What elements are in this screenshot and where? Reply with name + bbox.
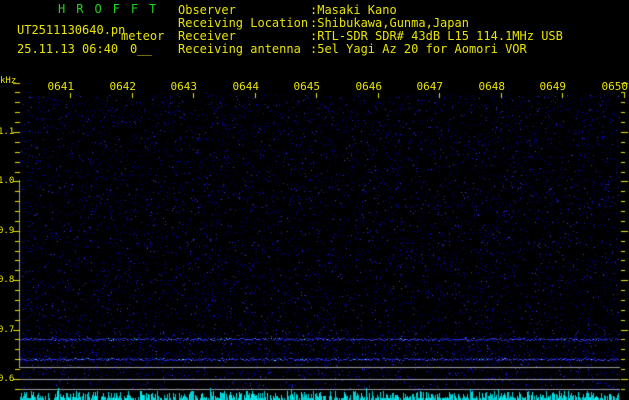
spectrogram-canvas <box>0 0 629 400</box>
freq-tick-label: 0.7 <box>0 325 15 335</box>
hrofft-window: HROFFT UT2511130640.pn meteor 25.11.13 0… <box>0 0 629 400</box>
freq-tick-label: 1.0 <box>0 176 15 186</box>
time-tick-label: 0641 <box>47 80 75 93</box>
filename-note: meteor <box>121 29 165 43</box>
receiver-info-table: Observer:Masaki Kano Receiving Location:… <box>178 4 563 56</box>
time-tick-label: 0645 <box>293 80 321 93</box>
freq-tick-label: 0.8 <box>0 275 15 285</box>
freq-tick-label: 0.9 <box>0 226 15 236</box>
time-tick-label: 0642 <box>109 80 137 93</box>
info-value: :Masaki Kano <box>310 3 397 17</box>
frame-counter: 0__ <box>130 42 152 56</box>
time-tick-label: 0644 <box>232 80 260 93</box>
time-tick-label: 0646 <box>355 80 383 93</box>
time-tick-label: 0650 <box>601 80 629 93</box>
time-tick-label: 0647 <box>416 80 444 93</box>
info-value: :5el Yagi Az 20 for Aomori VOR <box>310 42 527 56</box>
filename-label: UT2511130640.pn <box>17 23 126 37</box>
info-value: :RTL-SDR SDR# 43dB L15 114.1MHz USB <box>310 29 563 43</box>
freq-axis-unit-label: kHz <box>0 76 17 86</box>
freq-tick-label: 0.6 <box>0 374 15 384</box>
freq-tick-label: 1.1 <box>0 127 15 137</box>
info-value: :Shibukawa,Gunma,Japan <box>310 16 469 30</box>
info-row-antenna: Receiving antenna :5el Yagi Az 20 for Aom… <box>178 43 563 56</box>
time-tick-label: 0649 <box>539 80 567 93</box>
time-tick-label: 0643 <box>170 80 198 93</box>
time-tick-label: 0648 <box>478 80 506 93</box>
app-title: HROFFT <box>58 2 168 16</box>
datetime-label: 25.11.13 06:40 <box>17 42 119 56</box>
info-label: Receiving antenna <box>178 42 301 56</box>
